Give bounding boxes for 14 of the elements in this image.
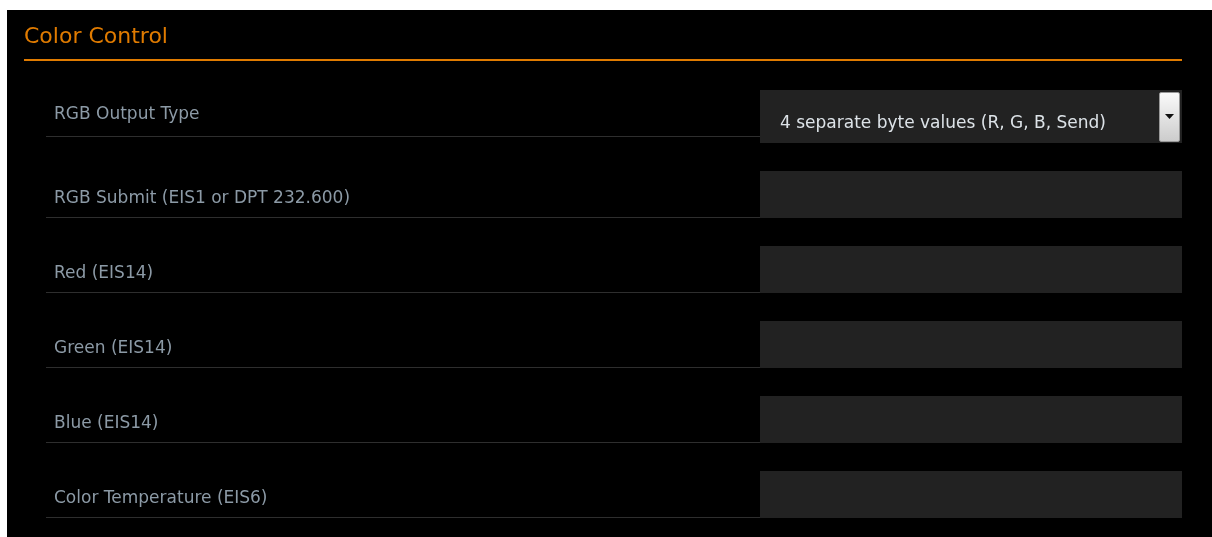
field-label: Color Temperature (EIS6) xyxy=(46,471,760,518)
input-field[interactable] xyxy=(760,171,1182,218)
input-field[interactable] xyxy=(760,321,1182,368)
section-title: Color Control xyxy=(24,10,1182,61)
output-type-dropdown[interactable]: 4 separate byte values (R, G, B, Send) xyxy=(760,90,1182,143)
field-label: RGB Submit (EIS1 or DPT 232.600) xyxy=(46,171,760,218)
field-label: Red (EIS14) xyxy=(46,246,760,293)
dropdown-caret-icon[interactable] xyxy=(1159,91,1180,142)
field-label: RGB Output Type xyxy=(46,90,760,137)
field-label: Green (EIS14) xyxy=(46,321,760,368)
input-field[interactable] xyxy=(760,396,1182,443)
input-field[interactable] xyxy=(760,246,1182,293)
input-field[interactable] xyxy=(760,471,1182,518)
field-label: Blue (EIS14) xyxy=(46,396,760,443)
